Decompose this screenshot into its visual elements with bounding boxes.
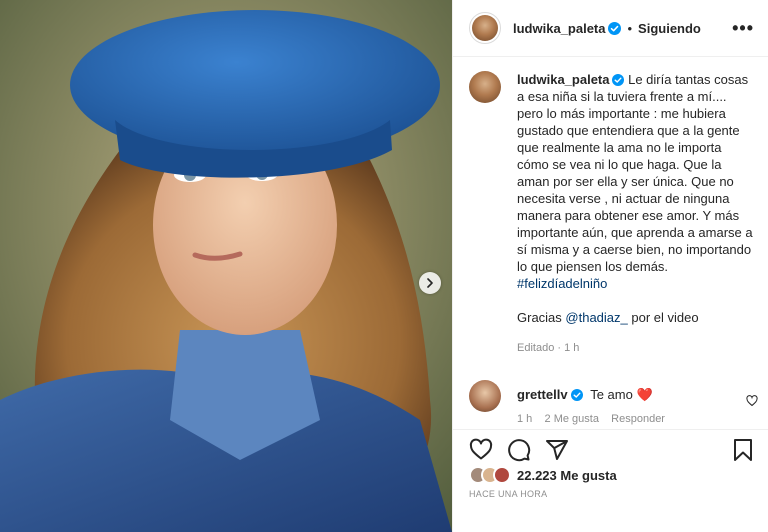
next-image-button[interactable] [419,272,441,294]
comment-button[interactable] [507,438,531,462]
caption-text-block: ludwika_paleta Le diría tantas cosas a e… [517,71,753,357]
likes-row[interactable]: 22.223 Me gusta [469,466,617,484]
post-actions-bar [453,429,768,469]
author-avatar-ring[interactable] [469,12,501,44]
comment-text-block: grettellv Te amo ❤️ 1 h 2 Me gusta Respo… [517,386,665,428]
save-button[interactable] [732,438,754,462]
post-header: ludwika_paleta • Siguiendo ••• [453,0,768,57]
comment-bubble-icon [508,438,531,461]
bookmark-icon [734,438,752,461]
comment-body: Te amo [590,387,633,402]
paper-plane-icon [546,439,568,460]
chevron-right-icon [427,278,433,288]
hashtag-link[interactable]: #felizdíadelniño [517,276,607,291]
mention-link[interactable]: @thadiaz_ [565,310,627,325]
caption-body: Le diría tantas cosas a esa niña si la t… [517,72,753,274]
like-comment-heart-icon[interactable] [746,395,758,407]
share-button[interactable] [545,438,569,462]
more-options-icon[interactable]: ••• [732,18,754,39]
following-button[interactable]: Siguiendo [638,21,701,36]
commenter-avatar[interactable] [469,380,501,412]
likes-count[interactable]: 22.223 Me gusta [517,468,617,483]
author-username[interactable]: ludwika_paleta [513,21,605,36]
liker-avatar [493,466,511,484]
thanks-prefix: Gracias [517,310,566,325]
post-image[interactable] [0,0,452,532]
commenter-username[interactable]: grettellv [517,387,568,402]
heart-icon [469,438,493,459]
caption-author-avatar[interactable] [469,71,501,103]
caption-edited-time: Editado · 1 h [517,342,580,354]
verified-badge-icon [612,74,625,86]
comment-meta: 1 h 2 Me gusta Responder [517,413,665,425]
separator-dot: • [627,20,633,36]
comment-item: grettellv Te amo ❤️ 1 h 2 Me gusta Respo… [453,357,768,428]
thanks-suffix: por el video [627,310,699,325]
red-heart-emoji: ❤️ [636,387,653,402]
comments-section: ludwika_paleta Le diría tantas cosas a e… [453,57,768,429]
like-button[interactable] [469,438,493,462]
caption-username[interactable]: ludwika_paleta [517,72,609,87]
post-timestamp: HACE UNA HORA [469,489,548,499]
verified-badge-icon [608,21,622,35]
post-photo-illustration [0,0,452,532]
post-caption: ludwika_paleta Le diría tantas cosas a e… [453,57,768,357]
post-details-panel: ludwika_paleta • Siguiendo ••• ludwika_p… [452,0,768,532]
author-avatar[interactable] [472,15,498,41]
verified-badge-icon [570,389,583,401]
